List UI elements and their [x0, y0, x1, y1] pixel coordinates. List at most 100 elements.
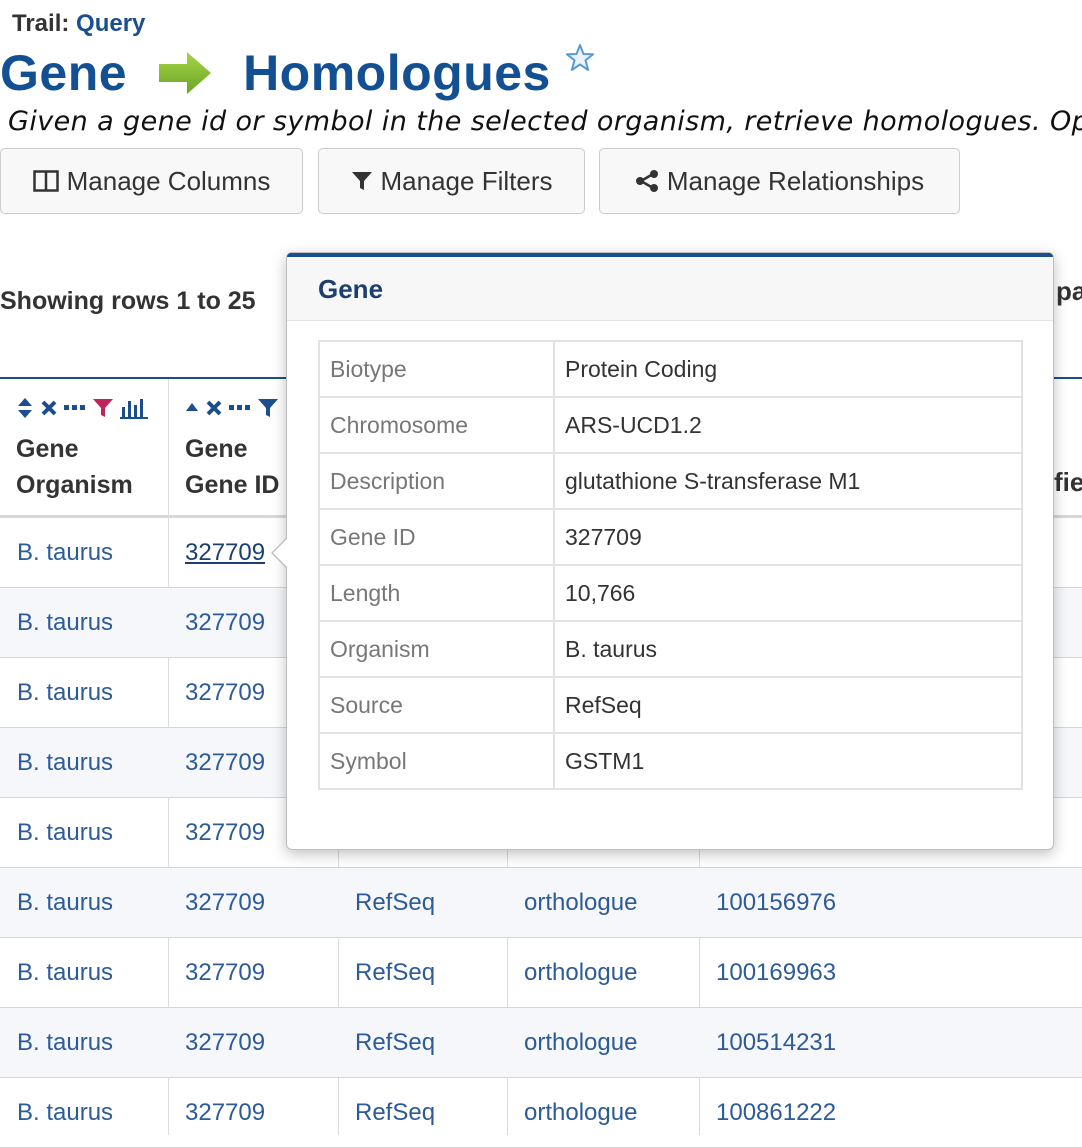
column-title-line1: Gene [16, 435, 79, 463]
popover-field-key: Symbol [318, 732, 555, 790]
popover-field-value: 327709 [553, 508, 1023, 566]
bar-chart-icon[interactable] [120, 397, 150, 419]
trail-label: Trail: [12, 10, 70, 37]
gene-id-link[interactable]: 327709 [185, 1078, 265, 1148]
popover-field-row: Organism B. taurus [318, 620, 1023, 678]
organism-link[interactable]: B. taurus [17, 658, 113, 728]
column-title: Gene Gene ID [185, 431, 279, 503]
source-link[interactable]: RefSeq [355, 1078, 435, 1148]
popover-field-key: Length [318, 564, 555, 622]
column-title-line2: Organism [16, 471, 133, 499]
popover-field-row: Source RefSeq [318, 676, 1023, 734]
organism-link[interactable]: B. taurus [17, 798, 113, 868]
ellipsis-icon[interactable] [229, 404, 251, 412]
query-description: Given a gene id or symbol in the selecte… [8, 106, 1082, 137]
gene-id-link[interactable]: 327709 [185, 588, 265, 658]
star-icon[interactable] [565, 43, 595, 73]
popover-field-key: Biotype [318, 340, 555, 398]
popover-field-row: Biotype Protein Coding [318, 340, 1023, 398]
popover-field-key: Gene ID [318, 508, 555, 566]
table-row: B. taurus 327709 RefSeq orthologue 100861222 [0, 1078, 1082, 1148]
gene-id-link[interactable]: 327709 [185, 938, 265, 1008]
column-header-gene-id: Gene Gene ID [169, 379, 289, 517]
pagination-summary: Showing rows 1 to 25 [0, 287, 256, 315]
table-row: B. taurus 327709 RefSeq orthologue 100514231 [0, 1008, 1082, 1078]
popover-field-key: Source [318, 676, 555, 734]
columns-icon [32, 170, 59, 192]
column-title-line2: Gene ID [185, 471, 280, 499]
popover-title: Gene [287, 257, 1053, 321]
popover-field-value: RefSeq [553, 676, 1023, 734]
filter-active-icon[interactable] [92, 397, 114, 419]
column-tools [185, 397, 279, 419]
gene-id-link[interactable]: 327709 [185, 1008, 265, 1078]
homologue-id-link[interactable]: 100514231 [716, 1008, 836, 1078]
popover-field-value: ARS-UCD1.2 [553, 396, 1023, 454]
manage-columns-label: Manage Columns [66, 165, 271, 196]
popover-field-key: Organism [318, 620, 555, 678]
popover-field-value: GSTM1 [553, 732, 1023, 790]
popover-field-row: Chromosome ARS-UCD1.2 [318, 396, 1023, 454]
page-title: Gene Homologues [0, 38, 595, 108]
remove-column-icon[interactable] [40, 399, 58, 417]
sort-ascending-icon[interactable] [185, 402, 199, 414]
gene-id-link[interactable]: 327709 [185, 798, 265, 868]
popover-field-row: Description glutathione S-transferase M1 [318, 452, 1023, 510]
gene-id-link[interactable]: 327709 [185, 728, 265, 798]
filter-icon [351, 172, 372, 190]
breadcrumb: Trail: Query [12, 10, 145, 38]
popover-field-value: glutathione S-transferase M1 [553, 452, 1023, 510]
homologue-id-link[interactable]: 100156976 [716, 868, 836, 938]
manage-relationships-button[interactable]: Manage Relationships [599, 148, 960, 214]
title-from: Gene [0, 45, 128, 101]
popover-field-value: B. taurus [553, 620, 1023, 678]
organism-link[interactable]: B. taurus [17, 868, 113, 938]
manage-columns-button[interactable]: Manage Columns [0, 148, 303, 214]
share-icon [635, 170, 658, 192]
table-row: B. taurus 327709 RefSeq orthologue 100156976 [0, 868, 1082, 938]
popover-field-row: Length 10,766 [318, 564, 1023, 622]
pagination-fragment: pa [1056, 276, 1082, 306]
popover-field-row: Gene ID 327709 [318, 508, 1023, 566]
ellipsis-icon[interactable] [64, 404, 86, 412]
filter-icon[interactable] [257, 397, 279, 419]
homologue-type-link[interactable]: orthologue [524, 1078, 637, 1148]
manage-relationships-label: Manage Relationships [666, 165, 925, 196]
homologue-id-link[interactable]: 100169963 [716, 938, 836, 1008]
remove-column-icon[interactable] [205, 399, 223, 417]
popover-field-row: Symbol GSTM1 [318, 732, 1023, 790]
gene-popover: Gene Biotype Protein Coding Chromosome ARS-… [271, 252, 1054, 850]
column-title-line1: Gene [185, 435, 248, 463]
homologue-id-link[interactable]: 100861222 [716, 1078, 836, 1148]
source-link[interactable]: RefSeq [355, 1008, 435, 1078]
manage-filters-button[interactable]: Manage Filters [318, 148, 585, 214]
title-to: Homologues [243, 45, 551, 101]
source-link[interactable]: RefSeq [355, 868, 435, 938]
source-link[interactable]: RefSeq [355, 938, 435, 1008]
popover-field-key: Chromosome [318, 396, 555, 454]
homologue-type-link[interactable]: orthologue [524, 938, 637, 1008]
homologue-type-link[interactable]: orthologue [524, 1008, 637, 1078]
table-row: B. taurus 327709 RefSeq orthologue 100169963 [0, 938, 1082, 1008]
column-tools [16, 397, 150, 419]
organism-link[interactable]: B. taurus [17, 518, 113, 588]
sort-icon[interactable] [16, 397, 34, 419]
popover-field-value: Protein Coding [553, 340, 1023, 398]
popover-details-table: Biotype Protein Coding Chromosome ARS-UCD1.… [318, 340, 1023, 790]
organism-link[interactable]: B. taurus [17, 1008, 113, 1078]
popover-pointer-inner [273, 538, 288, 568]
homologue-type-link[interactable]: orthologue [524, 868, 637, 938]
popover-field-key: Description [318, 452, 555, 510]
column-header-organism: Gene Organism [0, 379, 168, 517]
organism-link[interactable]: B. taurus [17, 1078, 113, 1148]
column-title: Gene Organism [16, 431, 133, 503]
gene-id-link[interactable]: 327709 [185, 868, 265, 938]
organism-link[interactable]: B. taurus [17, 588, 113, 658]
gene-id-link[interactable]: 327709 [185, 658, 265, 728]
trail-query-link[interactable]: Query [76, 10, 145, 37]
popover-field-value: 10,766 [553, 564, 1023, 622]
organism-link[interactable]: B. taurus [17, 938, 113, 1008]
gene-id-link[interactable]: 327709 [185, 518, 265, 588]
manage-filters-label: Manage Filters [380, 165, 553, 196]
organism-link[interactable]: B. taurus [17, 728, 113, 798]
